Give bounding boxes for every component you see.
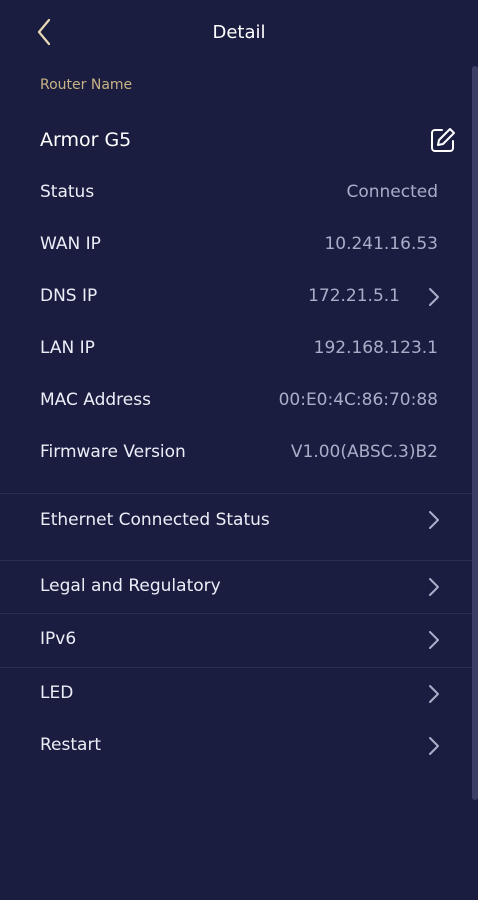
- dns-ip-row[interactable]: DNS IP 172.21.5.1: [0, 271, 478, 323]
- chevron-right-icon: [424, 508, 444, 532]
- menu-item-label: Legal and Regulatory: [40, 576, 221, 596]
- chevron-right-icon: [424, 628, 444, 652]
- mac-address-label: MAC Address: [40, 390, 151, 410]
- menu-item-ipv6[interactable]: IPv6: [0, 614, 478, 666]
- menu-item-label: Restart: [40, 735, 102, 755]
- chevron-right-icon: [424, 734, 444, 758]
- chevron-right-icon: [424, 575, 444, 599]
- lan-ip-value: 192.168.123.1: [313, 338, 438, 358]
- menu-item-led[interactable]: LED: [0, 668, 478, 720]
- edit-icon: [431, 128, 455, 152]
- status-row: Status Connected: [0, 167, 478, 219]
- wan-ip-label: WAN IP: [40, 234, 101, 254]
- router-name-section-label: Router Name: [40, 77, 133, 93]
- dns-ip-label: DNS IP: [40, 286, 98, 306]
- menu-item-label: LED: [40, 683, 74, 703]
- status-label: Status: [40, 182, 95, 202]
- menu-item-legal-and-regulatory[interactable]: Legal and Regulatory: [0, 561, 478, 613]
- scrollbar[interactable]: [472, 66, 478, 800]
- firmware-version-value: V1.00(ABSC.3)B2: [290, 442, 438, 462]
- router-name-row: Armor G5: [0, 115, 478, 167]
- detail-screen: Detail Router Name Armor G5 Status Conne…: [0, 0, 478, 900]
- edit-router-name-button[interactable]: [428, 125, 458, 155]
- menu-item-label: Ethernet Connected Status: [40, 510, 270, 530]
- menu-item-restart[interactable]: Restart: [0, 720, 478, 772]
- firmware-version-row: Firmware Version V1.00(ABSC.3)B2: [0, 427, 478, 479]
- mac-address-value: 00:E0:4C:86:70:88: [278, 390, 438, 410]
- chevron-right-icon: [424, 682, 444, 706]
- router-name-value: Armor G5: [40, 129, 132, 151]
- dns-ip-value: 172.21.5.1: [308, 286, 400, 306]
- lan-ip-label: LAN IP: [40, 338, 95, 358]
- page-title: Detail: [212, 22, 266, 43]
- menu-item-label: IPv6: [40, 629, 77, 649]
- wan-ip-row: WAN IP 10.241.16.53: [0, 219, 478, 271]
- chevron-right-icon: [424, 285, 444, 309]
- menu-item-ethernet-connected-status[interactable]: Ethernet Connected Status: [0, 494, 478, 560]
- firmware-version-label: Firmware Version: [40, 442, 186, 462]
- lan-ip-row: LAN IP 192.168.123.1: [0, 323, 478, 375]
- wan-ip-value: 10.241.16.53: [324, 234, 438, 254]
- status-value: Connected: [346, 182, 438, 202]
- header: Detail: [0, 0, 478, 66]
- mac-address-row: MAC Address 00:E0:4C:86:70:88: [0, 375, 478, 427]
